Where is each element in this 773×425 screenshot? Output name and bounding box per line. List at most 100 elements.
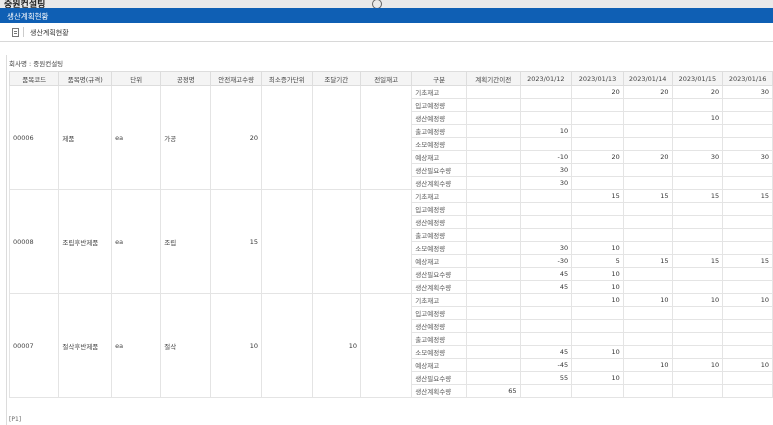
quantity-cell — [622, 280, 673, 294]
quantity-cell — [671, 163, 724, 177]
quantity-cell — [722, 267, 773, 281]
column-header[interactable]: 전일재고 — [359, 71, 413, 86]
column-header[interactable]: 조달기간 — [311, 71, 362, 86]
column-header[interactable]: 공정명 — [160, 71, 212, 86]
quantity-cell — [571, 358, 624, 372]
item-code-cell: 00006 — [9, 85, 60, 190]
window-titlebar: 생산계획현황 — [0, 8, 773, 23]
quantity-cell — [622, 319, 673, 333]
column-header[interactable]: 2023/01/15 — [671, 71, 724, 86]
production-plan-grid[interactable]: 품목코드 품목명(규격) 단위 공정명 안전재고수량 최소증가단위 조달기간 전일재고 구분 계획… — [9, 71, 773, 414]
quantity-cell — [671, 371, 724, 385]
quantity-cell: 10 — [722, 358, 773, 372]
quantity-cell — [722, 345, 773, 359]
table-row[interactable]: 00007 절삭후반제품 ea 절삭 10 10 기초재고 10 10 10 10 — [9, 293, 773, 398]
table-row[interactable]: 00006 제품 ea 가공 20 기초재고 20 20 20 30 — [9, 85, 773, 190]
quantity-cell — [465, 150, 521, 164]
quantity-cell — [571, 163, 624, 177]
quantity-cell: 10 — [622, 293, 673, 307]
quantity-cell — [671, 215, 724, 229]
column-header[interactable]: 품목코드 — [9, 71, 60, 86]
quantity-cell — [571, 384, 624, 398]
quantity-cell — [465, 85, 521, 99]
quantity-cell — [571, 202, 624, 216]
quantity-cell — [622, 98, 673, 112]
item-name-cell: 절삭후반제품 — [58, 293, 113, 398]
quantity-cell — [465, 358, 521, 372]
quantity-cell — [465, 280, 521, 294]
column-header[interactable]: 2023/01/12 — [519, 71, 573, 86]
quantity-cell — [465, 163, 521, 177]
quantity-cell: 15 — [722, 189, 773, 203]
row-type-label: 입고예정량 — [411, 98, 467, 112]
quantity-cell — [465, 371, 521, 385]
quantity-cell — [571, 111, 624, 125]
quantity-cell: 5 — [571, 254, 624, 268]
quantity-cell — [571, 319, 624, 333]
column-header[interactable]: 안전재고수량 — [210, 71, 262, 86]
quantity-cell — [622, 371, 673, 385]
row-type-label: 소모예정량 — [411, 345, 467, 359]
quantity-cell — [465, 124, 521, 138]
quantity-cell: 30 — [519, 241, 573, 255]
quantity-cell — [622, 124, 673, 138]
column-header[interactable]: 단위 — [111, 71, 162, 86]
quantity-cell — [671, 176, 724, 190]
item-code-cell: 00007 — [9, 293, 60, 398]
quantity-cell: 65 — [465, 384, 521, 398]
quantity-cell: 10 — [571, 293, 624, 307]
row-type-label: 입고예정량 — [411, 306, 467, 320]
prev-stock-cell — [359, 85, 413, 190]
quantity-cell: 20 — [622, 85, 673, 99]
breadcrumb: 생산계획현황 — [0, 23, 773, 42]
process-cell: 조립 — [160, 189, 212, 294]
quantity-cell: 10 — [571, 280, 624, 294]
quantity-cell: 30 — [722, 85, 773, 99]
quantity-cell — [622, 202, 673, 216]
quantity-cell — [465, 215, 521, 229]
quantity-cell — [465, 98, 521, 112]
column-header[interactable]: 2023/01/16 — [722, 71, 773, 86]
table-row[interactable]: 00008 조립후반제품 ea 조립 15 기초재고 15 15 15 15 — [9, 189, 773, 294]
quantity-cell — [671, 241, 724, 255]
quantity-cell — [671, 306, 724, 320]
quantity-cell — [571, 228, 624, 242]
quantity-cell — [622, 306, 673, 320]
quantity-cell — [465, 176, 521, 190]
quantity-cell — [519, 293, 573, 307]
lead-time-cell — [311, 85, 362, 190]
row-type-label: 기초재고 — [411, 293, 467, 307]
column-header[interactable]: 2023/01/13 — [571, 71, 624, 86]
row-type-label: 예상재고 — [411, 358, 467, 372]
quantity-cell — [465, 345, 521, 359]
quantity-cell — [722, 98, 773, 112]
plan-table: 품목코드 품목명(규격) 단위 공정명 안전재고수량 최소증가단위 조달기간 전일재고 구분 계획… — [9, 71, 773, 398]
quantity-cell — [622, 215, 673, 229]
column-header[interactable]: 최소증가단위 — [261, 71, 313, 86]
quantity-cell — [622, 384, 673, 398]
quantity-cell: 30 — [671, 150, 724, 164]
quantity-cell — [671, 124, 724, 138]
column-header[interactable]: 구분 — [411, 71, 467, 86]
row-type-label: 생산필요수량 — [411, 371, 467, 385]
window-title: 생산계획현황 — [7, 12, 49, 21]
column-header[interactable]: 계획기간이전 — [465, 71, 521, 86]
quantity-cell — [519, 189, 573, 203]
quantity-cell: 10 — [571, 371, 624, 385]
column-header[interactable]: 품목명(규격) — [58, 71, 113, 86]
prev-stock-cell — [359, 189, 413, 294]
quantity-cell: 45 — [519, 267, 573, 281]
quantity-cell — [519, 202, 573, 216]
quantity-cell: 10 — [622, 358, 673, 372]
quantity-cell — [519, 111, 573, 125]
quantity-cell — [722, 137, 773, 151]
quantity-cell: 15 — [622, 189, 673, 203]
quantity-cell — [671, 228, 724, 242]
quantity-cell — [671, 98, 724, 112]
quantity-cell — [622, 137, 673, 151]
column-header[interactable]: 2023/01/14 — [622, 71, 673, 86]
quantity-cell — [465, 202, 521, 216]
row-type-label: 생산계획수량 — [411, 176, 467, 190]
quantity-cell — [519, 332, 573, 346]
quantity-cell — [519, 306, 573, 320]
